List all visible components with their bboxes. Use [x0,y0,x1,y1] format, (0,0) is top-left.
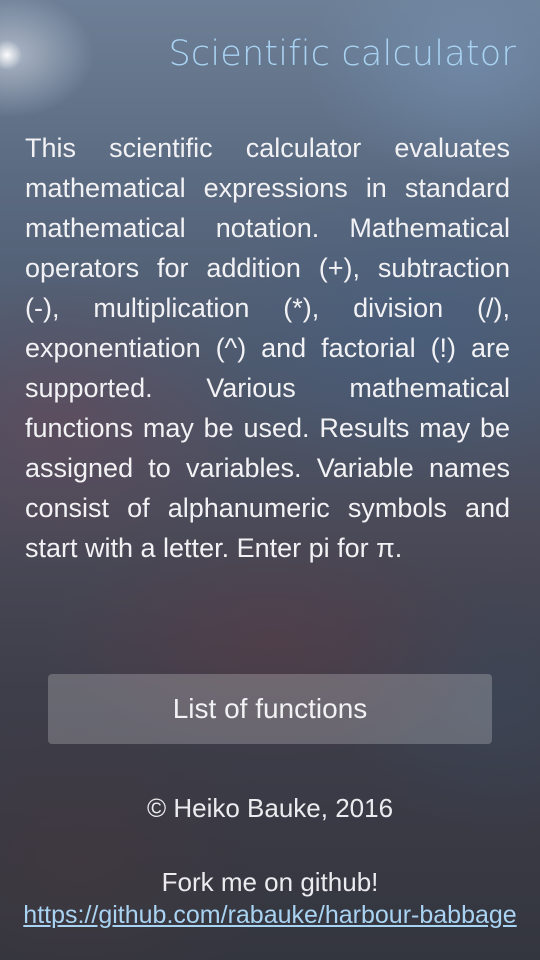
copyright-text: © Heiko Bauke, 2016 [146,793,394,823]
list-of-functions-button[interactable]: List of functions [48,674,492,744]
github-repo-link[interactable]: https://github.com/rabauke/harbour-babba… [0,901,540,930]
page-title: Scientific calculator [168,34,516,74]
background-highlight [0,40,22,70]
about-description: This scientific calculator evaluates mat… [25,133,510,563]
fork-me-text: Fork me on github! [161,867,379,897]
